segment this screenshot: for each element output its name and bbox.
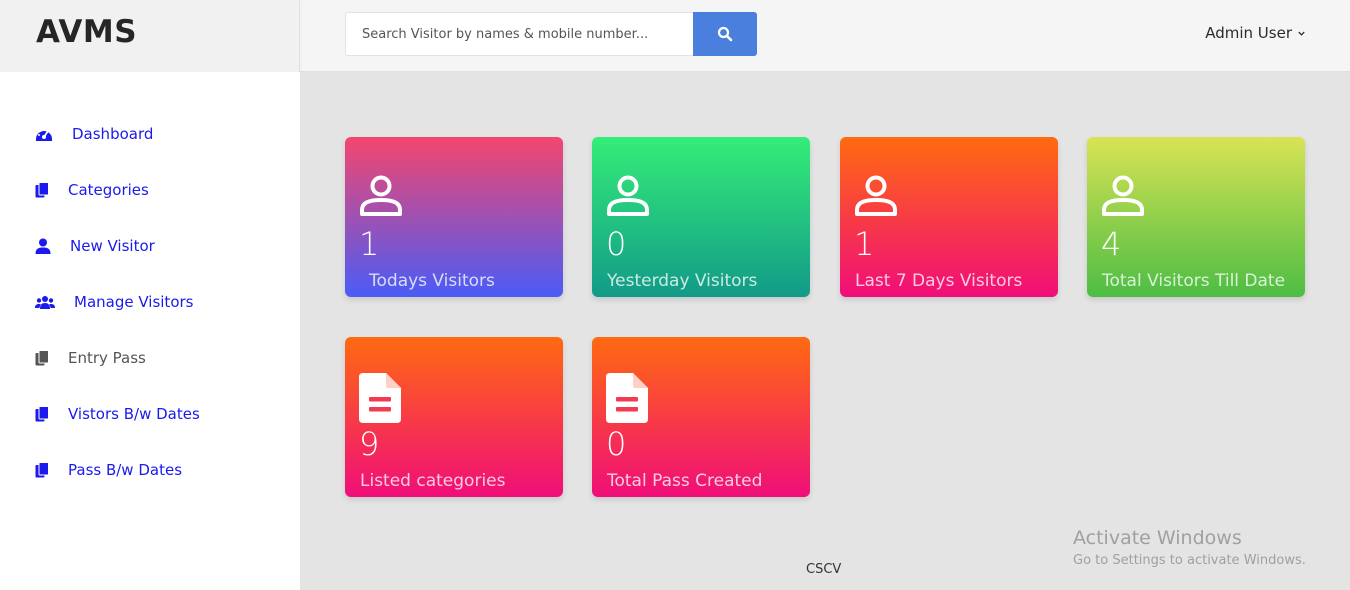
- stat-label: Total Visitors Till Date: [1102, 271, 1286, 291]
- stat-label: Listed categories: [360, 471, 506, 491]
- windows-activation-watermark: Activate Windows Go to Settings to activ…: [1073, 527, 1306, 568]
- search-input[interactable]: [345, 12, 693, 56]
- sidebar-item-label: Pass B/w Dates: [68, 461, 183, 479]
- copy-icon: [35, 406, 68, 422]
- brand-name: AVMS: [36, 14, 138, 50]
- sidebar-item-categories[interactable]: Categories: [35, 178, 149, 202]
- user-icon: [854, 175, 898, 221]
- sidebar-item-label: New Visitor: [70, 237, 155, 255]
- sidebar-item-label: Vistors B/w Dates: [68, 405, 200, 423]
- dashboard-icon: [35, 126, 72, 142]
- stat-value: 4: [1101, 225, 1122, 263]
- user-icon: [359, 175, 403, 221]
- stat-card-total-visitors[interactable]: 4 Total Visitors Till Date: [1087, 137, 1305, 297]
- stat-label: Total Pass Created: [607, 471, 763, 491]
- stat-card-listed-categories[interactable]: 9 Listed categories: [345, 337, 563, 497]
- sidebar-item-label: Entry Pass: [68, 349, 146, 367]
- stat-card-yesterday-visitors[interactable]: 0 Yesterday Visitors: [592, 137, 810, 297]
- sidebar-item-dashboard[interactable]: Dashboard: [35, 122, 153, 146]
- sidebar-item-entry-pass[interactable]: Entry Pass: [35, 346, 146, 370]
- top-bar: AVMS Admin User: [0, 0, 1350, 72]
- sidebar-item-label: Categories: [68, 181, 149, 199]
- user-icon: [606, 175, 650, 221]
- watermark-title: Activate Windows: [1073, 527, 1242, 549]
- stat-card-last-7-days-visitors[interactable]: 1 Last 7 Days Visitors: [840, 137, 1058, 297]
- chevron-down-icon: [1298, 31, 1305, 36]
- search-icon: [717, 26, 733, 42]
- footer-text: CSCV: [806, 562, 842, 577]
- watermark-subtitle: Go to Settings to activate Windows.: [1073, 553, 1306, 568]
- stat-value: 0: [606, 225, 627, 263]
- copy-icon: [35, 462, 68, 478]
- stat-label: Todays Visitors: [369, 271, 495, 291]
- sidebar-item-manage-visitors[interactable]: Manage Visitors: [35, 290, 193, 314]
- stat-value: 0: [606, 425, 627, 463]
- stat-value: 9: [359, 425, 380, 463]
- sidebar-item-label: Dashboard: [72, 125, 154, 143]
- sidebar-item-new-visitor[interactable]: New Visitor: [35, 234, 155, 258]
- search-button[interactable]: [693, 12, 757, 56]
- file-icon: [359, 373, 401, 427]
- sidebar: Dashboard Categories New Visitor Manage …: [0, 72, 300, 590]
- stat-value: 1: [359, 225, 380, 263]
- stat-card-todays-visitors[interactable]: 1 Todays Visitors: [345, 137, 563, 297]
- copy-icon: [35, 182, 68, 198]
- stat-label: Yesterday Visitors: [607, 271, 758, 291]
- stat-value: 1: [854, 225, 875, 263]
- brand-logo[interactable]: AVMS: [0, 0, 300, 72]
- sidebar-item-label: Manage Visitors: [74, 293, 194, 311]
- search-bar: [345, 12, 757, 56]
- user-icon: [1101, 175, 1145, 221]
- copy-icon: [35, 350, 68, 366]
- stat-card-total-pass-created[interactable]: 0 Total Pass Created: [592, 337, 810, 497]
- file-icon: [606, 373, 648, 427]
- user-menu-label: Admin User: [1205, 24, 1292, 42]
- sidebar-item-pass-between-dates[interactable]: Pass B/w Dates: [35, 458, 182, 482]
- user-icon: [35, 238, 70, 254]
- user-menu[interactable]: Admin User: [1205, 24, 1306, 42]
- sidebar-item-visitors-between-dates[interactable]: Vistors B/w Dates: [35, 402, 200, 426]
- users-icon: [35, 295, 74, 309]
- stat-label: Last 7 Days Visitors: [855, 271, 1023, 291]
